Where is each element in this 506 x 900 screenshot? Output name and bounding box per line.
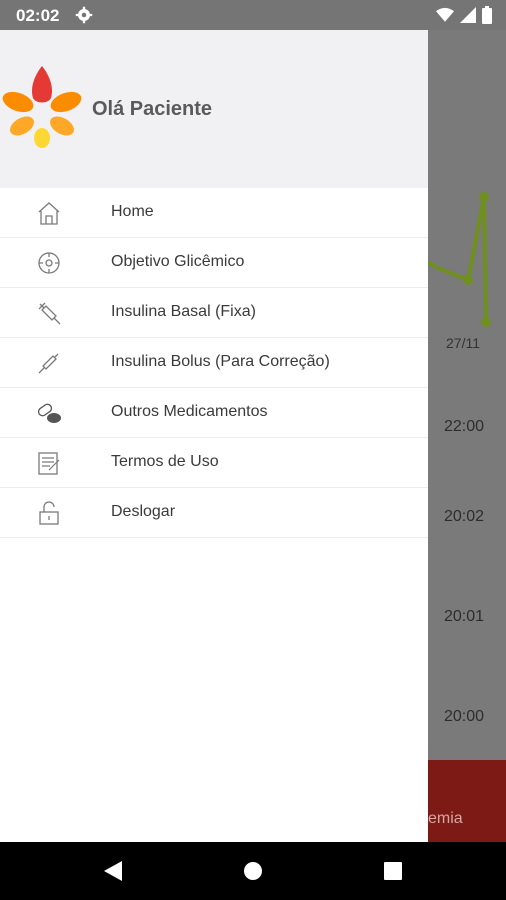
reading-time: 20:01 [444,608,485,625]
background-footer-button: emia [428,760,506,842]
menu-item-objetivo-glicemico[interactable]: Objetivo Glicêmico [0,238,428,288]
drawer-header: Olá Paciente [0,30,428,188]
menu-item-label: Deslogar [111,503,176,520]
status-time: 02:02 [16,6,60,25]
menu-item-outros-medicamentos[interactable]: Outros Medicamentos [0,388,428,438]
status-bar: 02:02 [0,0,506,30]
battery-icon [482,6,492,24]
target-icon [38,252,60,274]
syringe-icon [38,302,61,325]
menu-item-label: Insulina Bolus (Para Correção) [111,353,330,370]
home-button-icon[interactable] [242,859,264,883]
glucose-graph [428,192,491,327]
home-icon [38,202,60,225]
reading-time: 22:00 [444,418,485,435]
menu-item-insulina-bolus[interactable]: Insulina Bolus (Para Correção) [0,338,428,388]
menu-item-label: Objetivo Glicêmico [111,253,245,270]
pen-syringe-icon [38,353,59,374]
navigation-drawer: Olá Paciente Home Objetivo Glicêmico Ins… [0,30,428,842]
wifi-icon [436,7,454,22]
menu-item-label: Home [111,203,154,220]
gear-icon [75,6,93,24]
menu-item-label: Termos de Uso [111,453,219,470]
menu-item-label: Insulina Basal (Fixa) [111,303,256,320]
menu-item-label: Outros Medicamentos [111,403,268,420]
graph-date-label: 27/11 [446,335,480,351]
document-icon [38,452,60,475]
app-logo [2,66,82,148]
pills-icon [37,403,61,423]
back-icon[interactable] [102,859,124,883]
menu-item-deslogar[interactable]: Deslogar [0,488,428,538]
reading-time: 20:02 [444,508,485,525]
unlock-icon [39,501,59,525]
recents-icon[interactable] [382,859,404,883]
menu-item-home[interactable]: Home [0,188,428,238]
drawer-menu: Home Objetivo Glicêmico Insulina Basal (… [0,188,428,538]
signal-icon [460,7,476,23]
menu-item-insulina-basal[interactable]: Insulina Basal (Fixa) [0,288,428,338]
menu-item-termos-de-uso[interactable]: Termos de Uso [0,438,428,488]
greeting-title: Olá Paciente [92,98,213,120]
system-navigation-bar [0,842,506,900]
background-app: 27/11 22:00 20:02 20:01 20:00 emia [428,30,506,842]
footer-button-label: emia [428,810,463,827]
reading-time: 20:00 [444,708,485,725]
